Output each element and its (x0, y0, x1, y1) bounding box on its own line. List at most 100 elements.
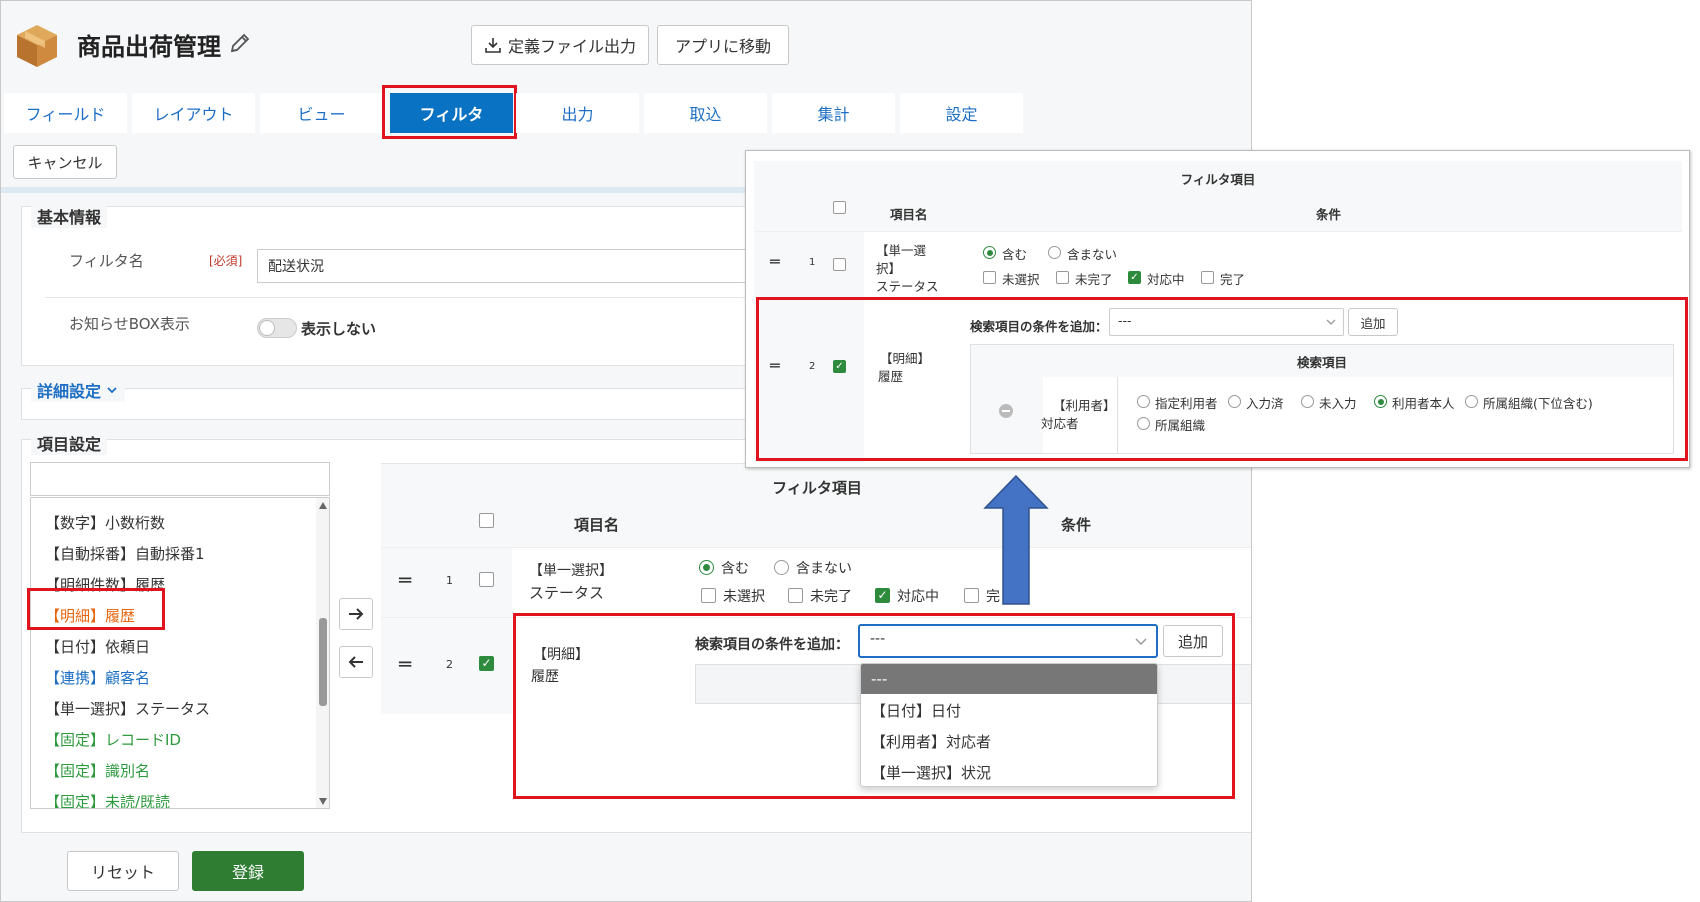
detail-settings-toggle[interactable]: 詳細設定 (31, 378, 126, 402)
filter-table-title: フィルタ項目 (772, 479, 862, 497)
move-right-button[interactable] (339, 598, 373, 630)
tab-import[interactable]: 取込 (644, 93, 767, 133)
export-definition-button[interactable]: 定義ファイル出力 (471, 25, 649, 65)
inset-table-header: フィルタ項目 (754, 161, 1682, 195)
notice-toggle-text: 表示しない (301, 320, 377, 338)
field-item-customer[interactable]: 【連携】顧客名 (45, 667, 150, 688)
filter-name-label: フィルタ名 (69, 252, 144, 270)
drag-handle-icon[interactable]: ═ (770, 252, 780, 271)
inset-select-all-checkbox[interactable] (833, 201, 846, 214)
inset-opt-inprogress[interactable] (1128, 271, 1141, 284)
inset-opt-done-label: 完了 (1220, 272, 1246, 287)
row-number: 1 (809, 257, 816, 268)
opt-incomplete-label: 未完了 (810, 589, 852, 605)
arrow-up-icon (983, 474, 1049, 605)
pencil-icon[interactable] (228, 31, 252, 55)
radio-include[interactable] (699, 560, 714, 575)
box-icon (17, 25, 57, 67)
inset-opt-incomplete-label: 未完了 (1075, 272, 1113, 287)
tab-settings[interactable]: 設定 (900, 93, 1023, 133)
arrow-right-icon (349, 608, 364, 620)
opt-done-checkbox[interactable] (964, 588, 979, 603)
select-all-checkbox[interactable] (479, 513, 494, 528)
field-item-autonumber[interactable]: 【自動採番】自動採番1 (45, 543, 205, 564)
tab-output[interactable]: 出力 (516, 93, 639, 133)
highlight-detail-history (27, 588, 165, 630)
row-checkbox[interactable] (479, 656, 494, 671)
radio-exclude[interactable] (774, 560, 789, 575)
inset-col-item-name: 項目名 (890, 207, 928, 222)
arrow-left-icon (348, 656, 363, 668)
inset-opt-unselected-label: 未選択 (1002, 272, 1040, 287)
download-icon (485, 38, 501, 53)
row-name-line1: 【単一選択】 (529, 563, 613, 579)
highlight-filter-tab (382, 85, 517, 139)
field-item-request-date[interactable]: 【日付】依頼日 (45, 636, 150, 657)
inset-radio-include-label: 含む (1002, 247, 1028, 262)
cancel-button[interactable]: キャンセル (13, 145, 117, 179)
opt-incomplete-checkbox[interactable] (788, 588, 803, 603)
opt-unselected-label: 未選択 (723, 589, 765, 605)
field-item-read-status[interactable]: 【固定】未読/既読 (45, 791, 170, 808)
inset-col-condition: 条件 (1316, 207, 1342, 222)
row-name-line2: 択】 (876, 261, 902, 276)
radio-include-label: 含む (721, 561, 749, 577)
move-left-button[interactable] (339, 646, 373, 678)
drag-handle-icon[interactable]: ═ (399, 568, 411, 592)
field-item-decimal[interactable]: 【数字】小数桁数 (45, 512, 165, 533)
filter-row-1: ═ 1 【単一選択】 ステータス 含む 含まない 未選択 未完了 対応中 完 (381, 547, 1251, 618)
row-checkbox[interactable] (833, 258, 846, 271)
inset-row-1: ═ 1 【単一選 択】 ステータス 含む 含まない 未選択 未完了 対応中 完了 (754, 231, 1682, 298)
inset-opt-incomplete[interactable] (1056, 271, 1069, 284)
inset-panel: フィルタ項目 項目名 条件 ═ 1 【単一選 択】 ステータス 含む 含まない … (745, 150, 1690, 468)
row-checkbox[interactable] (479, 572, 494, 587)
opt-inprogress-checkbox[interactable] (875, 588, 890, 603)
inset-colheader: 項目名 条件 (754, 195, 1682, 231)
detail-settings-label: 詳細設定 (37, 382, 102, 401)
field-list: 【数字】小数桁数 【自動採番】自動採番1 【明細件数】履歴 【明細】履歴 【日付… (30, 497, 330, 809)
reset-button[interactable]: リセット (67, 851, 179, 891)
inset-opt-done[interactable] (1201, 271, 1214, 284)
tab-layout[interactable]: レイアウト (132, 93, 255, 133)
col-condition: 条件 (1061, 516, 1092, 534)
register-button[interactable]: 登録 (192, 851, 304, 891)
col-item-name: 項目名 (574, 516, 620, 534)
chevron-down-icon (107, 387, 117, 394)
inset-table-title: フィルタ項目 (1180, 171, 1256, 187)
radio-exclude-label: 含まない (796, 561, 852, 577)
inset-radio-exclude[interactable] (1048, 246, 1061, 259)
goto-app-button[interactable]: アプリに移動 (657, 25, 789, 65)
row-name-line3: ステータス (876, 279, 939, 294)
field-item-identifier[interactable]: 【固定】識別名 (45, 760, 150, 781)
notice-box-label: お知らせBOX表示 (69, 315, 190, 333)
page-title: 商品出荷管理 (77, 33, 221, 61)
row-number: 1 (446, 574, 453, 587)
field-search-input[interactable] (30, 462, 330, 496)
export-definition-label: 定義ファイル出力 (507, 37, 636, 56)
items-settings-title: 項目設定 (31, 431, 108, 455)
notice-toggle[interactable] (257, 318, 297, 338)
tab-field[interactable]: フィールド (4, 93, 127, 133)
filter-table-colheader: 項目名 条件 (381, 501, 1251, 547)
tab-aggregate[interactable]: 集計 (772, 93, 895, 133)
basic-info-title: 基本情報 (31, 204, 108, 228)
inset-opt-unselected[interactable] (983, 271, 996, 284)
row-name-line2: ステータス (529, 584, 605, 602)
app-header: 商品出荷管理 定義ファイル出力 アプリに移動 (1, 1, 1251, 89)
inset-opt-inprogress-label: 対応中 (1147, 272, 1185, 287)
row-number: 2 (446, 658, 453, 671)
field-item-status[interactable]: 【単一選択】ステータス (45, 698, 210, 719)
required-badge: [必須] (209, 254, 243, 268)
highlight-row2 (513, 613, 1235, 799)
drag-handle-icon[interactable]: ═ (399, 652, 411, 676)
tab-view[interactable]: ビュー (260, 93, 383, 133)
inset-radio-include[interactable] (983, 246, 996, 259)
opt-inprogress-label: 対応中 (897, 589, 939, 605)
inset-radio-exclude-label: 含まない (1067, 247, 1118, 262)
highlight-inset-row2 (756, 297, 1688, 461)
list-scrollbar[interactable] (316, 498, 329, 808)
field-item-record-id[interactable]: 【固定】レコードID (45, 729, 181, 750)
filter-name-value: 配送状況 (268, 259, 324, 275)
opt-unselected-checkbox[interactable] (701, 588, 716, 603)
row-name-line1: 【単一選 (876, 243, 927, 258)
